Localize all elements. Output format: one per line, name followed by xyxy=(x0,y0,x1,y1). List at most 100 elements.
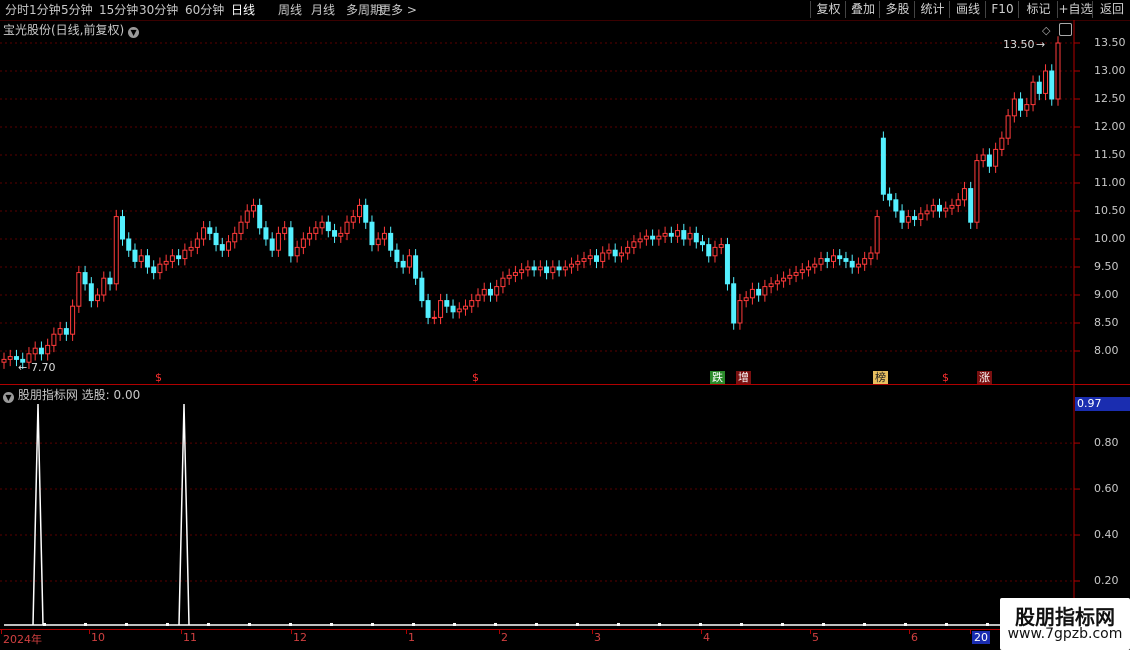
candle-body xyxy=(350,216,356,223)
main-gridlines xyxy=(0,42,1080,352)
candle-body xyxy=(475,294,481,302)
event-marker[interactable]: $ xyxy=(940,371,951,384)
indicator-dot xyxy=(781,622,784,626)
price-tick-label: 11.50 xyxy=(1094,148,1126,161)
candle-body xyxy=(1,358,7,363)
candle-body xyxy=(431,316,437,319)
timeframe-tab[interactable]: 日线 xyxy=(231,2,255,18)
timeframe-tab[interactable]: 1分钟 xyxy=(29,2,61,18)
toolbar-button[interactable]: 叠加 xyxy=(845,1,880,18)
candle-body xyxy=(244,210,250,223)
date-tick-label: 5 xyxy=(812,631,819,644)
timeframe-tab[interactable]: 分时 xyxy=(5,2,29,18)
candle-body xyxy=(681,230,687,240)
candle-body xyxy=(332,230,338,237)
timeframe-tab[interactable]: 月线 xyxy=(311,2,335,18)
date-tick-mark xyxy=(701,629,702,634)
candle-body xyxy=(806,266,812,271)
event-marker[interactable]: 涨 xyxy=(977,371,992,384)
candle-body xyxy=(419,277,425,302)
event-marker[interactable]: $ xyxy=(153,371,164,384)
candle-body xyxy=(837,255,843,260)
candle-body xyxy=(544,266,550,274)
candle-body xyxy=(855,263,861,268)
date-tick-mark xyxy=(1,629,2,634)
timeframe-tab[interactable]: 更多 > xyxy=(379,2,417,18)
candle-body xyxy=(774,280,780,285)
candle-body xyxy=(999,137,1005,150)
timeframe-tab[interactable]: 15分钟 xyxy=(99,2,138,18)
timeframe-tab[interactable]: 多周期 xyxy=(346,2,382,18)
watermark-url: www.7gpzb.com xyxy=(1007,626,1123,642)
indicator-dot xyxy=(248,622,251,626)
candle-body xyxy=(82,272,88,285)
indicator-tick-label: 0.80 xyxy=(1094,436,1119,450)
event-marker[interactable]: 增 xyxy=(736,371,751,384)
candlestick-chart[interactable] xyxy=(0,20,1130,385)
candle-body xyxy=(650,235,656,240)
candle-body xyxy=(700,241,706,246)
candle-body xyxy=(126,238,132,251)
indicator-dot xyxy=(822,622,825,626)
candle-body xyxy=(662,232,668,237)
candle-body xyxy=(194,238,200,248)
candle-body xyxy=(226,241,232,251)
toolbar-button[interactable]: 统计 xyxy=(914,1,950,18)
candle-body xyxy=(338,232,344,237)
timeframe-tab[interactable]: 周线 xyxy=(278,2,302,18)
candle-body xyxy=(905,216,911,223)
candle-body xyxy=(413,255,419,279)
event-marker[interactable]: 榜 xyxy=(873,371,888,384)
date-tick-label: 6 xyxy=(911,631,918,644)
candle-body xyxy=(706,244,712,257)
candle-body xyxy=(119,216,125,240)
toolbar-button[interactable]: F10 xyxy=(985,1,1019,18)
toolbar-button[interactable]: 返回 xyxy=(1092,1,1130,18)
timeframe-tab[interactable]: 60分钟 xyxy=(185,2,224,18)
indicator-spike xyxy=(178,403,190,625)
candle-body xyxy=(7,356,13,360)
candle-body xyxy=(643,235,649,240)
candle-body xyxy=(787,274,793,279)
candle-body xyxy=(949,204,955,209)
candle-body xyxy=(51,333,57,346)
candle-body xyxy=(300,238,306,248)
indicator-dot xyxy=(289,622,292,626)
candle-body xyxy=(57,328,63,335)
candle-body xyxy=(163,260,169,265)
candle-body xyxy=(943,207,949,212)
indicator-spike xyxy=(32,403,44,625)
current-value-badge: 0.97 xyxy=(1075,397,1130,411)
candle-body xyxy=(718,244,724,248)
indicator-dot xyxy=(658,622,661,626)
candle-body xyxy=(868,252,874,260)
timeframe-tab[interactable]: 5分钟 xyxy=(61,2,93,18)
candle-body xyxy=(425,300,431,318)
toolbar-button[interactable]: 标记 xyxy=(1018,1,1058,18)
price-tick-label: 9.00 xyxy=(1094,288,1119,301)
toolbar-button[interactable]: 复权 xyxy=(810,1,846,18)
candle-body xyxy=(600,252,606,262)
date-tick-label: 2 xyxy=(501,631,508,644)
indicator-chart[interactable] xyxy=(0,385,1130,630)
candle-body xyxy=(107,277,113,285)
indicator-tick-label: 0.20 xyxy=(1094,574,1119,587)
candle-body xyxy=(731,283,737,324)
candle-body xyxy=(912,216,918,220)
candle-body xyxy=(444,300,450,307)
candle-body xyxy=(687,232,693,240)
toolbar-button[interactable]: 画线 xyxy=(949,1,986,18)
price-tick-label: 8.00 xyxy=(1094,344,1119,357)
candle-body xyxy=(1024,104,1030,111)
toolbar-button[interactable]: +自选 xyxy=(1057,1,1093,18)
timeframe-tab[interactable]: 30分钟 xyxy=(139,2,178,18)
toolbar-button[interactable]: 多股 xyxy=(879,1,915,18)
candle-body xyxy=(32,347,38,355)
candle-body xyxy=(182,249,188,260)
candle-body xyxy=(38,347,44,355)
date-tick-mark xyxy=(592,629,593,634)
event-marker[interactable]: 跌 xyxy=(710,371,725,384)
event-marker[interactable]: $ xyxy=(470,371,481,384)
candle-body xyxy=(781,277,787,282)
indicator-dot xyxy=(207,622,210,626)
